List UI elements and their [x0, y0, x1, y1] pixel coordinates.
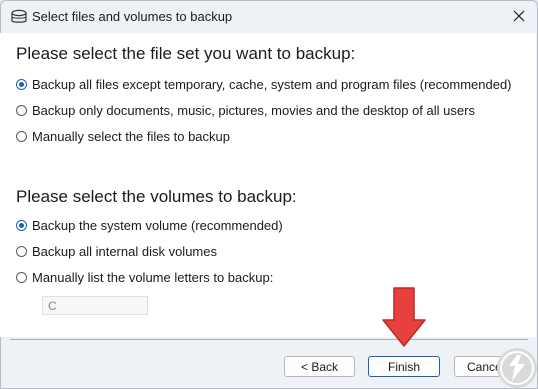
- back-button[interactable]: < Back: [284, 356, 355, 377]
- finish-button[interactable]: Finish: [368, 356, 440, 377]
- watermark-logo-icon: [497, 348, 537, 388]
- volume-option-internal[interactable]: Backup all internal disk volumes: [16, 244, 217, 259]
- fileset-option-recommended[interactable]: Backup all files except temporary, cache…: [16, 77, 512, 92]
- radio-button[interactable]: [16, 105, 27, 116]
- drive-icon: [11, 9, 27, 23]
- close-button[interactable]: [501, 1, 537, 31]
- fileset-option-manual[interactable]: Manually select the files to backup: [16, 129, 230, 144]
- dialog-content: Please select the file set you want to b…: [0, 33, 536, 337]
- fileset-option-user-files[interactable]: Backup only documents, music, pictures, …: [16, 103, 475, 118]
- title-bar: Select files and volumes to backup: [1, 1, 537, 33]
- radio-button[interactable]: [16, 246, 27, 257]
- red-arrow-annotation: [382, 287, 426, 347]
- volume-option-system[interactable]: Backup the system volume (recommended): [16, 218, 283, 233]
- volume-option-label: Backup the system volume (recommended): [32, 218, 283, 233]
- radio-button-checked[interactable]: [16, 220, 27, 231]
- radio-button[interactable]: [16, 131, 27, 142]
- fileset-option-label: Backup only documents, music, pictures, …: [32, 103, 475, 118]
- divider: [10, 339, 528, 340]
- radio-button-checked[interactable]: [16, 79, 27, 90]
- volume-letters-input[interactable]: [42, 296, 148, 315]
- fileset-option-label: Manually select the files to backup: [32, 129, 230, 144]
- window-title: Select files and volumes to backup: [32, 9, 233, 24]
- volumes-heading: Please select the volumes to backup:: [16, 187, 297, 206]
- close-icon: [513, 10, 525, 22]
- volume-option-label: Manually list the volume letters to back…: [32, 270, 274, 285]
- volume-option-manual[interactable]: Manually list the volume letters to back…: [16, 270, 273, 285]
- volume-option-label: Backup all internal disk volumes: [32, 244, 217, 259]
- fileset-option-label: Backup all files except temporary, cache…: [32, 77, 512, 92]
- radio-button[interactable]: [16, 272, 27, 283]
- fileset-heading: Please select the file set you want to b…: [16, 44, 356, 63]
